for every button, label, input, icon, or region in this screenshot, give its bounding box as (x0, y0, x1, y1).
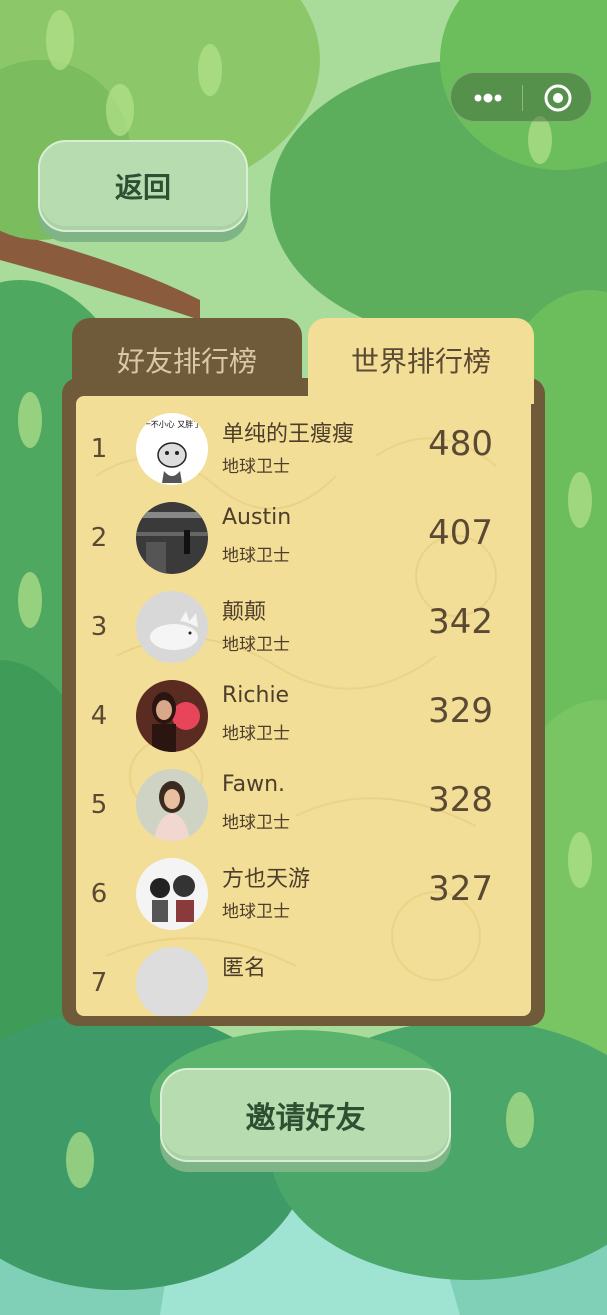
player-score: 328 (428, 780, 493, 820)
rank-number: 2 (90, 523, 108, 553)
leaderboard-row[interactable]: 6 方也天游 地球卫士 327 (76, 847, 531, 936)
rank-number: 7 (90, 968, 108, 998)
tab-friends-label: 好友排行榜 (116, 345, 257, 378)
player-score: 329 (428, 691, 493, 731)
player-name: 颠颠 (222, 600, 267, 625)
player-title: 地球卫士 (222, 724, 290, 744)
leaderboard-row[interactable]: 5 Fawn. 地球卫士 328 (76, 758, 531, 847)
avatar-meme-text: 一不小心 又胖了 (143, 419, 202, 429)
player-score: 407 (428, 513, 493, 553)
player-title: 地球卫士 (222, 813, 290, 833)
back-button-label: 返回 (114, 171, 171, 204)
rank-number: 6 (90, 879, 108, 909)
leaderboard-row[interactable]: 2 Austin 地球卫士 407 (76, 491, 531, 580)
leaderboard-row[interactable]: 3 颠颠 地球卫士 342 (76, 580, 531, 669)
player-name: 方也天游 (222, 867, 311, 892)
leaderboard-row[interactable]: 1 一不小心 又胖了 单纯的王瘦瘦 地球卫士 480 (76, 402, 531, 491)
back-button[interactable]: 返回 (38, 140, 248, 232)
player-title: 地球卫士 (222, 902, 290, 922)
rank-number: 1 (90, 434, 108, 464)
avatar (136, 858, 208, 930)
mini-program-capsule (450, 72, 592, 122)
leaderboard-row[interactable]: 7 匿名 (76, 936, 531, 1016)
target-close-icon[interactable] (535, 83, 581, 113)
tab-world-label: 世界排行榜 (350, 345, 491, 378)
player-title: 地球卫士 (222, 635, 290, 655)
leaderboard-board: 好友排行榜 世界排行榜 1 一不小心 又胖了 单纯的王瘦瘦 地球卫士 480 2… (62, 318, 545, 1026)
player-name: Richie (222, 683, 290, 708)
player-name: 单纯的王瘦瘦 (222, 422, 355, 447)
player-score: 342 (428, 602, 493, 642)
capsule-divider (522, 85, 523, 111)
player-title: 地球卫士 (222, 457, 290, 477)
invite-friends-button[interactable]: 邀请好友 (160, 1068, 451, 1162)
player-score: 327 (428, 869, 493, 909)
leaderboard-list[interactable]: 1 一不小心 又胖了 单纯的王瘦瘦 地球卫士 480 2 Austin 地球卫士… (76, 396, 531, 1016)
avatar: 一不小心 又胖了 (136, 413, 208, 485)
player-name: Fawn. (222, 772, 286, 797)
rank-number: 5 (90, 790, 108, 820)
tab-friends-leaderboard[interactable]: 好友排行榜 (72, 318, 302, 402)
rank-number: 3 (90, 612, 108, 642)
rank-number: 4 (90, 701, 108, 731)
player-title: 地球卫士 (222, 546, 290, 566)
player-score: 480 (428, 424, 493, 464)
avatar (136, 947, 208, 1016)
player-name: Austin (222, 505, 292, 530)
avatar (136, 502, 208, 574)
avatar (136, 591, 208, 663)
leaderboard-row[interactable]: 4 Richie 地球卫士 329 (76, 669, 531, 758)
more-dots-icon[interactable] (465, 85, 511, 111)
invite-button-label: 邀请好友 (245, 1101, 366, 1136)
player-name: 匿名 (222, 956, 267, 981)
avatar (136, 680, 208, 752)
avatar (136, 769, 208, 841)
tab-world-leaderboard[interactable]: 世界排行榜 (308, 318, 534, 404)
